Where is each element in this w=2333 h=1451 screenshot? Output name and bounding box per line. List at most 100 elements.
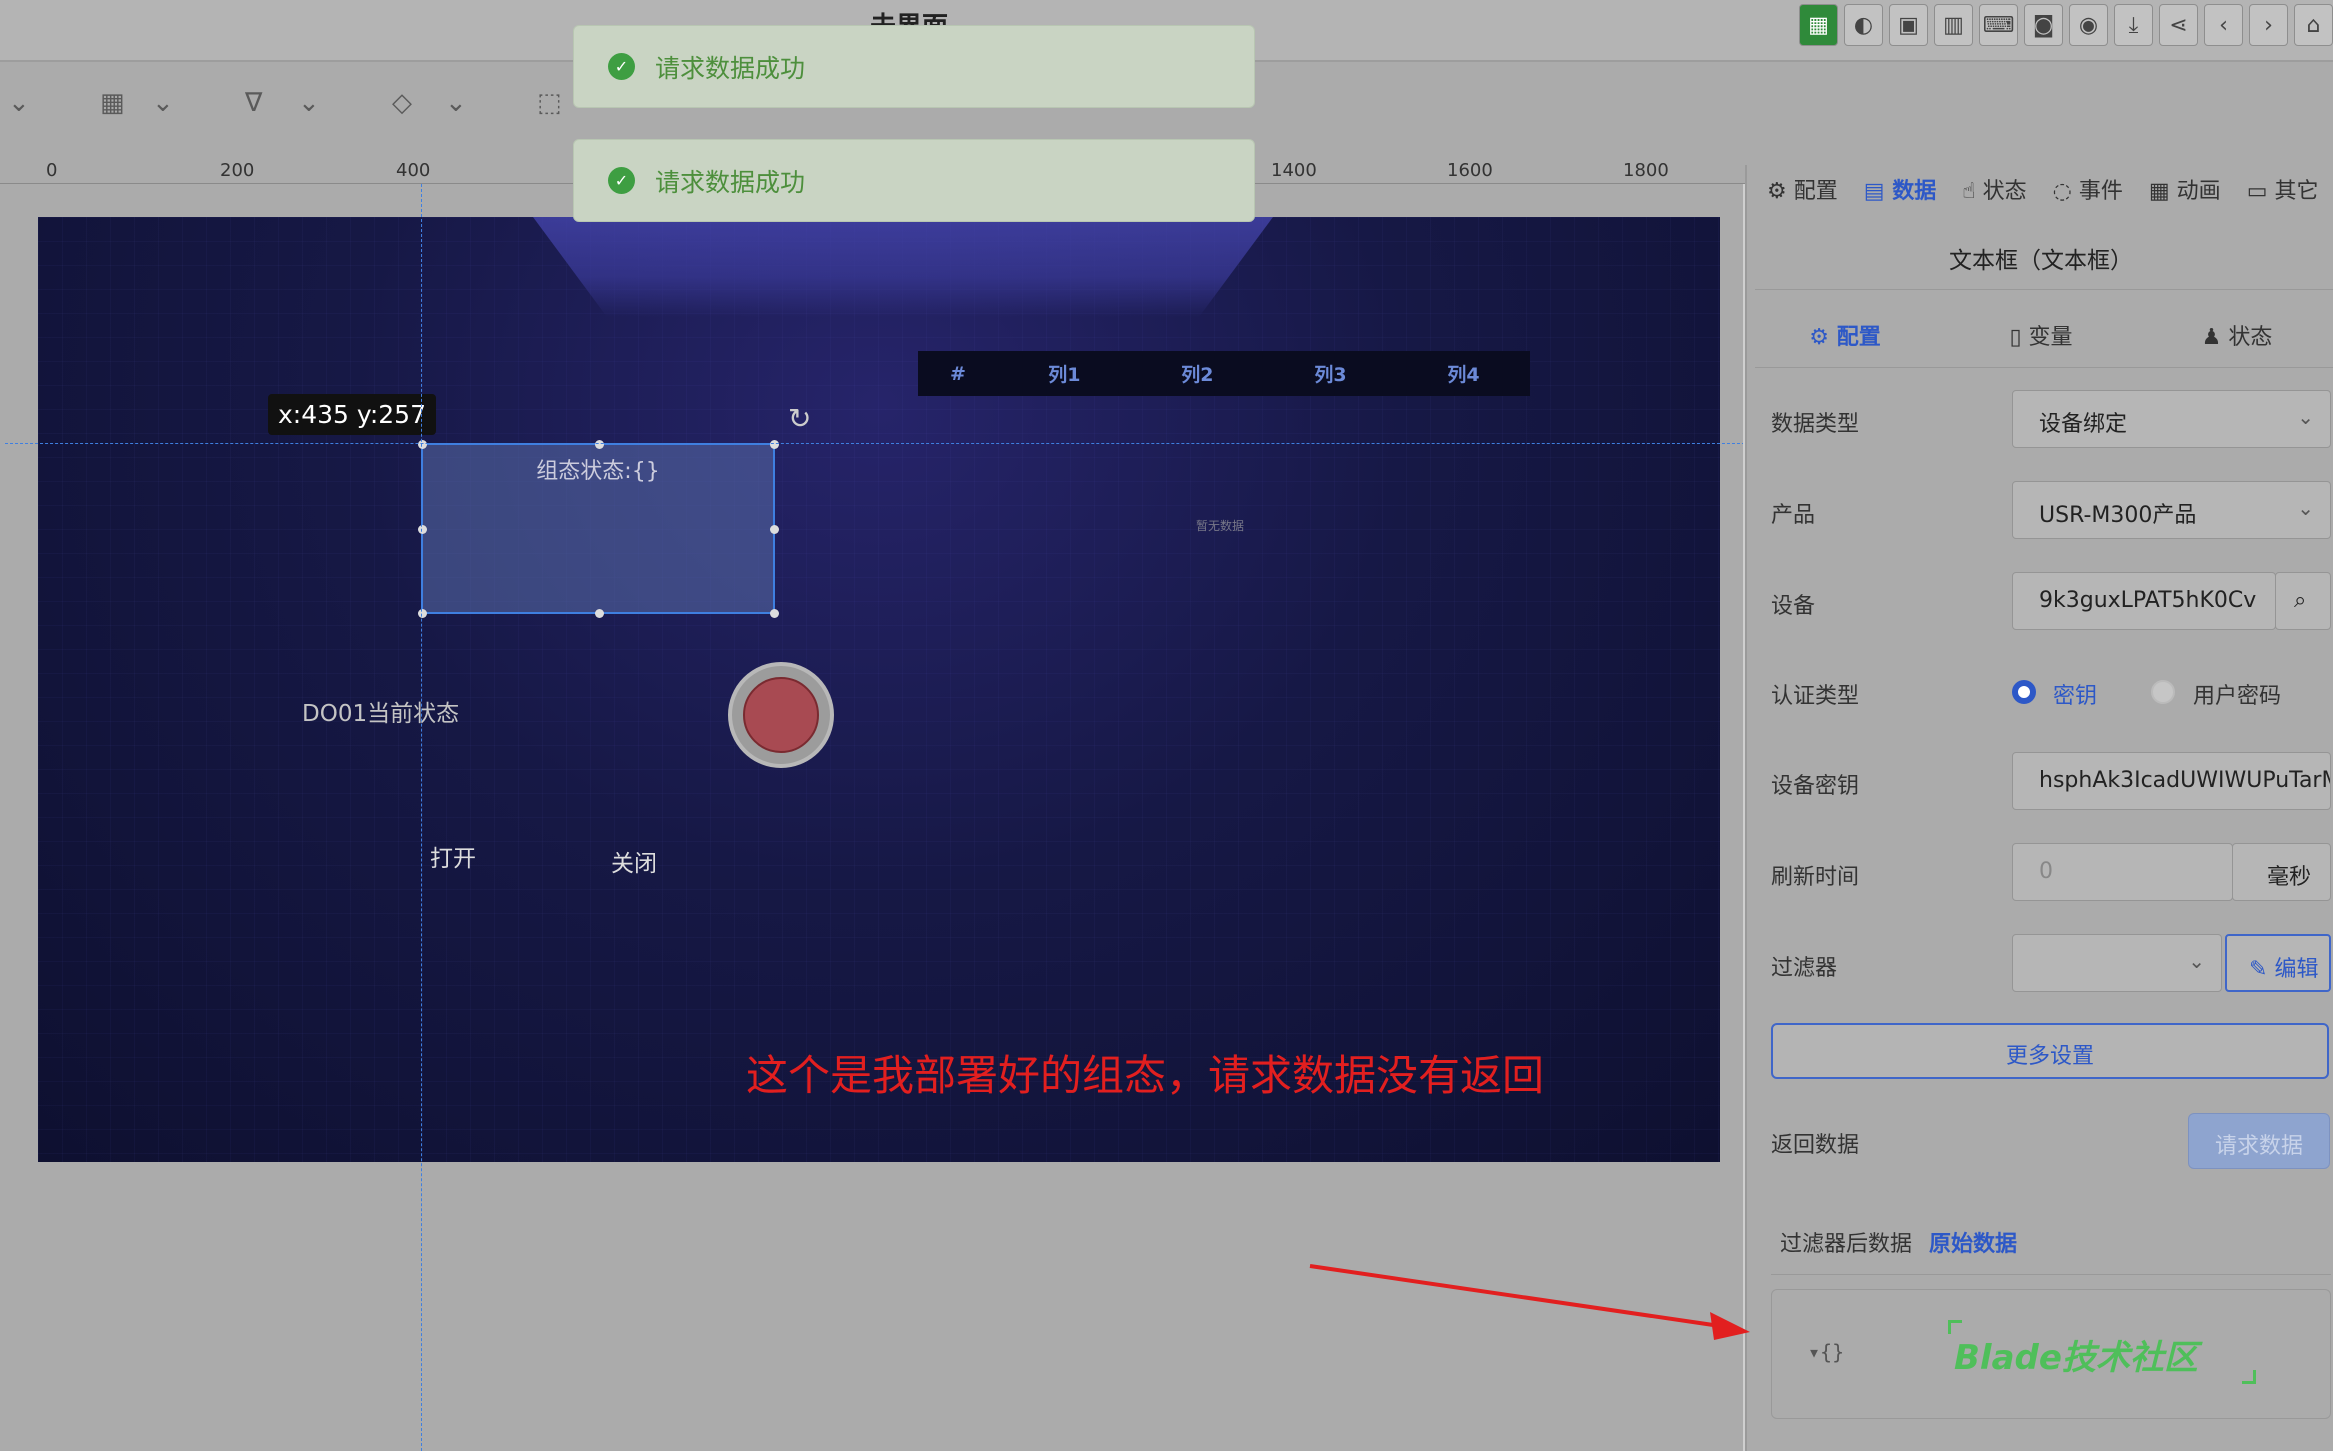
- open-button[interactable]: 打开: [430, 839, 476, 873]
- panel-subtabs: ⚙ 配置 ▯ 变量 ♟ 状态: [1747, 319, 2333, 351]
- tab-other[interactable]: ▭ 其它: [2247, 173, 2319, 205]
- watermark-logo: Blade技术社区: [1954, 1338, 2198, 1378]
- refresh-row: 刷新时间 0 毫秒: [1771, 843, 2331, 901]
- button-label: 编辑: [2274, 957, 2319, 982]
- home-icon[interactable]: ⌂: [2294, 4, 2333, 46]
- refresh-input[interactable]: 0: [2012, 843, 2233, 901]
- table-header: #: [949, 362, 966, 385]
- success-toast: ✓ 请求数据成功: [573, 139, 1255, 222]
- do01-status-label[interactable]: DO01当前状态: [302, 694, 459, 728]
- textbox-label: 组态状态:{}: [536, 459, 660, 484]
- resize-handle[interactable]: [418, 609, 427, 618]
- tab-filtered-data[interactable]: 过滤器后数据: [1780, 1232, 1912, 1257]
- device-key-row: 设备密钥 hsphAk3IcadUWIWUPuTarM: [1771, 752, 2331, 810]
- data-type-select[interactable]: 设备绑定 ⌄: [2012, 390, 2331, 448]
- divider: [1771, 1274, 2331, 1275]
- subtab-variable[interactable]: ▯ 变量: [1943, 319, 2139, 351]
- user-icon: ♟: [2201, 325, 2229, 350]
- select-value: USR-M300产品: [2039, 503, 2197, 528]
- header-glow: [533, 217, 1273, 317]
- tab-label: 事件: [2078, 179, 2123, 204]
- data-table[interactable]: # 列1 列2 列3 列4: [918, 351, 1530, 396]
- resize-handle[interactable]: [770, 525, 779, 534]
- camera-icon[interactable]: ◙: [2024, 4, 2063, 46]
- gear-icon: ⚙: [1809, 325, 1837, 350]
- search-icon[interactable]: ⌕: [2275, 572, 2331, 630]
- rotate-icon[interactable]: ↻: [788, 402, 811, 435]
- panel-heading: 文本框（文本框）: [1949, 248, 2133, 274]
- resize-handle[interactable]: [418, 440, 427, 449]
- device-input[interactable]: 9k3guxLPAT5hK0Cv: [2012, 572, 2276, 630]
- eye-icon[interactable]: ◉: [2069, 4, 2108, 46]
- field-label: 设备密钥: [1771, 774, 1860, 799]
- animation-icon: ▦: [2148, 179, 2170, 204]
- json-viewer[interactable]: ▾{} Blade技术社区: [1771, 1289, 2331, 1419]
- download-icon[interactable]: ⤓: [2114, 4, 2153, 46]
- chevron-down-icon[interactable]: ⌄: [8, 88, 30, 118]
- selected-textbox[interactable]: 组态状态:{}: [418, 440, 779, 618]
- resize-handle[interactable]: [770, 440, 779, 449]
- tab-state[interactable]: ☝ 状态: [1962, 173, 2026, 205]
- device-key-input[interactable]: hsphAk3IcadUWIWUPuTarM: [2012, 752, 2331, 810]
- tab-label: 数据: [1892, 179, 1937, 204]
- tab-event[interactable]: ◌ 事件: [2053, 173, 2123, 205]
- selection-icon[interactable]: ⬚: [537, 88, 562, 118]
- chevron-down-icon[interactable]: ⌄: [298, 88, 320, 118]
- field-label: 产品: [1771, 503, 1816, 528]
- ruler-label: 200: [220, 160, 255, 181]
- ruler-label: 400: [396, 160, 431, 181]
- edit-button[interactable]: ✎ 编辑: [2225, 934, 2331, 992]
- vector-icon[interactable]: ∇: [245, 88, 262, 118]
- resize-handle[interactable]: [770, 609, 779, 618]
- product-select[interactable]: USR-M300产品 ⌄: [2012, 481, 2331, 539]
- radio-label: 用户密码: [2193, 684, 2282, 709]
- chevron-right-icon[interactable]: ›: [2249, 4, 2288, 46]
- tab-data[interactable]: ▤ 数据: [1864, 173, 1936, 205]
- subtab-config[interactable]: ⚙ 配置: [1747, 319, 1943, 351]
- share-icon[interactable]: ⋖: [2159, 4, 2198, 46]
- auth-userpass-radio[interactable]: [2151, 680, 2175, 704]
- data-icon: ▤: [1863, 179, 1885, 204]
- save-icon[interactable]: ▣: [1889, 4, 1928, 46]
- excel-icon[interactable]: ▦: [1799, 4, 1838, 46]
- trash-icon[interactable]: ▥: [1934, 4, 1973, 46]
- resize-handle[interactable]: [595, 440, 604, 449]
- result-tabs: 过滤器后数据 原始数据: [1780, 1226, 2017, 1258]
- toast-text: 请求数据成功: [655, 53, 806, 83]
- field-label: 过滤器: [1771, 956, 1838, 981]
- field-label: 数据类型: [1771, 412, 1860, 437]
- select-value: 设备绑定: [2039, 412, 2128, 437]
- tab-label: 其它: [2274, 179, 2319, 204]
- request-data-button[interactable]: 请求数据: [2188, 1113, 2330, 1169]
- ruler-label: 0: [46, 160, 58, 181]
- table-icon[interactable]: ▦: [100, 88, 125, 118]
- json-preview[interactable]: ▾{}: [1808, 1340, 1844, 1364]
- coordinate-tooltip: x:435 y:257: [268, 394, 436, 435]
- tab-config[interactable]: ⚙ 配置: [1767, 173, 1838, 205]
- subtab-label: 状态: [2228, 325, 2273, 350]
- chevron-down-icon: ⌄: [2297, 496, 2314, 520]
- chevron-down-icon[interactable]: ⌄: [152, 88, 174, 118]
- return-data-label: 返回数据: [1771, 1133, 1860, 1158]
- filter-select[interactable]: ⌄: [2012, 934, 2222, 992]
- status-lamp[interactable]: [728, 662, 834, 768]
- resize-handle[interactable]: [418, 525, 427, 534]
- subtab-state[interactable]: ♟ 状态: [2139, 319, 2333, 351]
- shapes-icon[interactable]: ◇: [392, 88, 412, 118]
- ruler-label: 1400: [1271, 160, 1317, 181]
- divider: [1755, 289, 2333, 290]
- field-label: 认证类型: [1771, 684, 1860, 709]
- tab-animation[interactable]: ▦ 动画: [2149, 173, 2221, 205]
- chevron-left-icon[interactable]: ‹: [2204, 4, 2243, 46]
- design-canvas[interactable]: # 列1 列2 列3 列4 暂无数据 组态状态:{} ↻ x:435 y:257…: [38, 217, 1720, 1162]
- tab-raw-data[interactable]: 原始数据: [1929, 1232, 2017, 1257]
- keyboard-icon[interactable]: ⌨: [1979, 4, 2018, 46]
- resize-handle[interactable]: [595, 609, 604, 618]
- palette-icon[interactable]: ◐: [1844, 4, 1883, 46]
- chevron-down-icon[interactable]: ⌄: [445, 88, 467, 118]
- subtab-label: 变量: [2028, 325, 2073, 350]
- more-settings-button[interactable]: 更多设置: [1771, 1023, 2329, 1079]
- close-button[interactable]: 关闭: [611, 844, 657, 878]
- panel-tabs: ⚙ 配置 ▤ 数据 ☝ 状态 ◌ 事件 ▦ 动画 ▭ 其它: [1767, 165, 2319, 213]
- auth-secret-radio[interactable]: [2012, 680, 2036, 704]
